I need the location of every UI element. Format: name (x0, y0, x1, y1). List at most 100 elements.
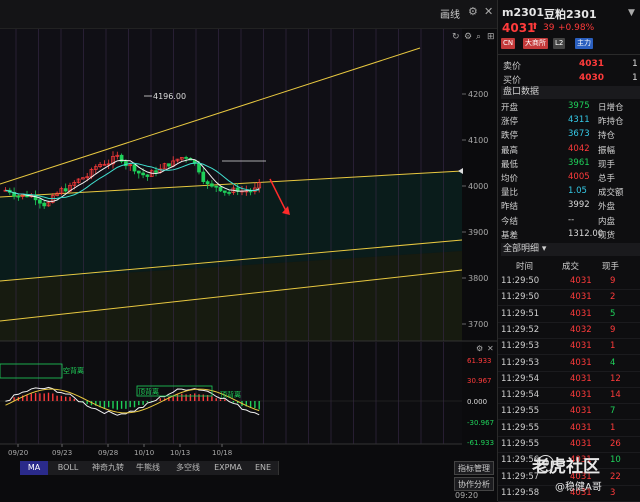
trade-price: 4031 (570, 341, 592, 352)
tab-bull-bear[interactable]: 牛熊线 (128, 461, 169, 475)
indicator-close-icon[interactable]: ✕ (487, 344, 494, 353)
indicator-tick-label: -30.967 (467, 419, 494, 427)
tab-boll[interactable]: BOLL (48, 461, 89, 475)
stats-label: 总手 (598, 174, 616, 184)
candle-body (218, 186, 223, 192)
stats-label: 现手 (598, 159, 616, 170)
date-tick-label: 09/20 (8, 449, 28, 457)
stats-label: 开盘 (501, 103, 519, 113)
refresh-icon[interactable]: ↻ (452, 32, 460, 42)
trades-col-header: 现手 (602, 262, 620, 272)
trade-volume: 2 (610, 292, 616, 303)
tab-long-short[interactable]: 多空线 (168, 461, 209, 475)
badge: 主力 (575, 38, 593, 49)
candle-body (167, 163, 171, 167)
stats-row: 基差 1312.00 现货 (498, 228, 640, 242)
trade-row: 11:29:50 4031 9 (498, 273, 640, 290)
indicator-tick-label: 0.000 (467, 398, 487, 406)
trade-row: 11:29:55 4031 26 (498, 436, 640, 453)
candle-body (141, 172, 145, 176)
draw-line-label[interactable]: 画线 (440, 6, 460, 21)
stats-label: 跌停 (501, 131, 519, 142)
trade-time: 11:29:52 (501, 324, 540, 335)
badge: CN (501, 38, 516, 49)
candle-body (63, 188, 68, 192)
candle-body (154, 170, 158, 173)
price-tick-label: 4100 (468, 136, 488, 145)
expand-icon[interactable]: ⊞ (487, 32, 495, 42)
trades-columns: 时间 成交 现手 (498, 258, 640, 272)
stats-label: 振幅 (598, 145, 616, 156)
bid-label: 买价 (503, 76, 522, 86)
stats-value: 3992 (568, 200, 590, 211)
trade-price: 4031 (570, 373, 592, 384)
candle-body (197, 163, 201, 173)
trade-row: 11:29:53 4031 4 (498, 355, 640, 372)
dropdown-icon[interactable]: ▼ (628, 8, 635, 18)
trade-time: 11:29:50 (501, 292, 540, 303)
trade-price: 4031 (570, 422, 592, 433)
up-arrow-icon: ⬆ (531, 22, 539, 32)
trades-col-header: 时间 (516, 262, 534, 272)
trade-time: 11:29:54 (501, 373, 540, 384)
date-tick-label: 10/18 (212, 449, 232, 457)
stats-row: 均价 4005 总手 (498, 171, 640, 185)
stats-label: 最低 (501, 159, 519, 170)
stats-label: 持仓 (598, 131, 616, 142)
stats-label: 外盘 (598, 202, 616, 213)
chart-settings-icon[interactable]: ⚙ (464, 32, 472, 42)
trade-price: 4031 (570, 357, 592, 368)
tab-ene[interactable]: ENE (248, 461, 279, 475)
trade-row: 11:29:54 4031 12 (498, 371, 640, 388)
divergence-label-2: 顶背离 (138, 387, 159, 396)
trades-header[interactable]: 全部明细 ▾ (501, 243, 640, 256)
trade-time: 11:29:55 (501, 406, 540, 417)
stats-label: 今结 (501, 216, 519, 227)
settings-icon[interactable]: ⚙ (468, 5, 478, 18)
peak-label: 4196.00 (153, 92, 186, 101)
channel-fill-top (0, 29, 462, 197)
trade-time: 11:29:55 (501, 422, 540, 433)
price-tick-label: 4000 (468, 182, 488, 191)
coop-analysis-button[interactable]: 协作分析 (454, 477, 494, 491)
tab-expma[interactable]: EXPMA (208, 461, 249, 475)
stats-header[interactable]: 盘口数据 (501, 86, 640, 99)
trade-volume: 14 (610, 390, 621, 401)
trade-time: 11:29:55 (501, 439, 540, 449)
trade-volume: 22 (610, 471, 621, 482)
stats-value: 4005 (568, 172, 590, 182)
chart-toolbar: 画线 ⚙ ✕ (0, 0, 497, 29)
candle-body (16, 195, 21, 198)
close-icon[interactable]: ✕ (484, 5, 493, 18)
trade-volume: 1 (610, 341, 616, 352)
kline-chart[interactable]: 4196.00 4200 4100 4000 3900 3800 3700 ↻ ⚙ ⌕ ⊞… (0, 29, 497, 501)
stats-row: 量比 1.05 成交额 (498, 185, 640, 199)
divider (498, 54, 640, 55)
trades-col-header: 成交 (562, 262, 580, 272)
trade-price: 4031 (570, 276, 592, 286)
badge: 大商所 (523, 38, 548, 49)
watermark-user: @稳健A哥 (555, 482, 602, 493)
divergence-label-1: 空背离 (63, 366, 84, 375)
tab-magic-nine[interactable]: 神奇九转 (88, 461, 129, 475)
stats-label: 最高 (501, 145, 519, 156)
stats-row: 涨停 4311 昨持仓 (498, 114, 640, 128)
candle-body (210, 183, 214, 187)
trade-row: 11:29:54 4031 14 (498, 387, 640, 405)
trade-time: 11:29:58 (501, 487, 540, 498)
trade-price: 4031 (570, 292, 592, 303)
stats-label: 成交额 (598, 188, 624, 199)
chart-svg: 4196.00 4200 4100 4000 3900 3800 3700 ↻ ⚙ ⌕ ⊞… (0, 29, 497, 457)
date-tick-label: 10/13 (170, 449, 190, 457)
price-tick-label: 3800 (468, 274, 488, 283)
search-icon[interactable]: ⌕ (476, 32, 481, 42)
bid-price: 4030 (579, 73, 605, 83)
indicator-settings-icon[interactable]: ⚙ (476, 344, 483, 353)
trade-time: 11:29:53 (501, 357, 540, 368)
quote-panel: m2301 豆粕2301 4031 ⬆ 39 +0.98% ▼ CN 大商所 L2 主… (497, 0, 640, 502)
trade-row: 11:29:50 4031 2 (498, 289, 640, 307)
tab-ma[interactable]: MA (20, 461, 49, 475)
indicator-mgmt-button[interactable]: 指标管理 (454, 461, 494, 475)
symbol-code: m2301 (502, 6, 545, 19)
stats-label: 均价 (501, 174, 519, 184)
